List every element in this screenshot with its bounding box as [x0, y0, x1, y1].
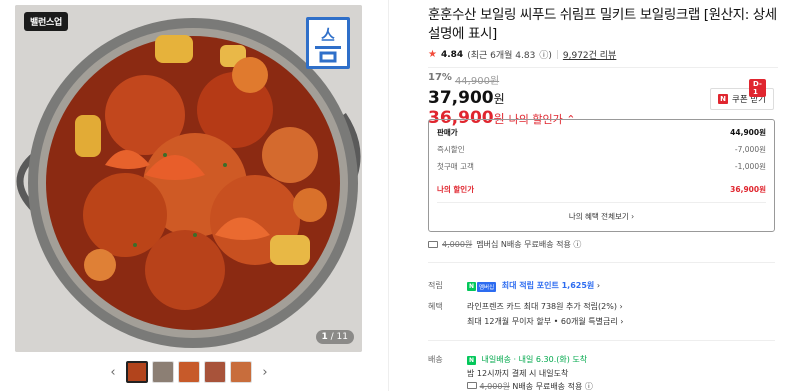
- price-row-label: 첫구매 고객: [437, 162, 474, 171]
- coupon-dday-badge: D-1: [749, 79, 766, 97]
- card-benefit-link[interactable]: 라인프렌즈 카드 최대 738원 추가 적립(2%) ›: [467, 301, 623, 312]
- rating-info-icon[interactable]: ⓘ): [539, 48, 552, 61]
- thumbnail-5[interactable]: [230, 361, 252, 383]
- npay-badge: N 멤버십: [467, 281, 497, 292]
- original-price: 44,900원: [454, 76, 500, 87]
- rating-row: ★ 4.84 (최근 6개월 4.83 ⓘ) | 9,972건 리뷰: [428, 48, 778, 61]
- delivery-eta: · 내일 6.30.(화) 도착: [513, 355, 588, 364]
- naver-n-icon: N: [467, 356, 476, 365]
- star-icon: ★: [428, 49, 437, 60]
- price-breakdown: 판매가 44,900원 즉시할인 -7,000원 첫구매 고객 -1,000원 …: [428, 119, 775, 232]
- price-row-label: 판매가: [437, 128, 458, 137]
- separator: |: [555, 49, 559, 60]
- shipping-fee-text[interactable]: N배송 무료배송 적용 ⓘ: [512, 382, 593, 391]
- divider: [437, 202, 766, 203]
- tomorrow-delivery-brand: 내일배송: [481, 355, 511, 364]
- price-row-value: -1,000원: [734, 162, 766, 171]
- chevron-right-icon: ›: [596, 281, 601, 290]
- price-row-value: 36,900원: [730, 185, 766, 194]
- points-value[interactable]: N 멤버십 최대 적립 포인트 1,625원 ›: [467, 280, 600, 292]
- shipping-eta: N 내일배송 · 내일 6.30.(화) 도착: [467, 354, 587, 365]
- price-row-sale: 판매가 44,900원: [437, 124, 766, 141]
- delivery-cutoff: 밤 12시까지 결제 시 내일도착: [467, 369, 569, 378]
- divider: [428, 262, 775, 263]
- delivery-note-text[interactable]: 멤버십 N배송 무료배송 적용 ⓘ: [476, 239, 581, 250]
- thumbnail-3[interactable]: [178, 361, 200, 383]
- divider: [428, 340, 775, 341]
- truck-icon: [467, 382, 477, 389]
- rating-value: 4.84: [440, 49, 464, 60]
- image-counter-current: 1: [321, 332, 328, 342]
- panel-divider: [388, 0, 389, 391]
- sale-price-unit: 원: [493, 92, 505, 106]
- divider: [428, 67, 778, 68]
- thumbnail-prev-icon[interactable]: ‹: [104, 365, 122, 380]
- brand-logo-icon: 亼: [306, 17, 350, 69]
- old-shipping-fee: 4,000원: [442, 240, 473, 249]
- price-row-instant: 즉시할인 -7,000원: [437, 141, 766, 158]
- rating-recent: (최근 6개월 4.83: [467, 51, 536, 61]
- discount-row: 17% 44,900원: [428, 72, 778, 87]
- price-row-label: 나의 할인가: [437, 185, 475, 194]
- product-main-image[interactable]: 밸런스업 亼 1 / 11: [15, 5, 362, 352]
- discount-rate: 17%: [428, 72, 452, 83]
- shipping-label: 배송: [428, 355, 443, 364]
- installment-link[interactable]: 최대 12개월 무이자 할부 • 60개월 특별금리 ›: [467, 316, 623, 327]
- price-row-value: -7,000원: [734, 145, 766, 154]
- delivery-note: 4,000원 멤버십 N배송 무료배송 적용 ⓘ: [428, 239, 581, 250]
- thumbnail-4[interactable]: [204, 361, 226, 383]
- benefit-label: 혜택: [428, 302, 443, 311]
- image-counter: 1 / 11: [315, 330, 354, 344]
- naver-n-icon: N: [718, 94, 728, 104]
- membership-tag: 멤버십: [477, 281, 497, 292]
- thumbnail-1[interactable]: [126, 361, 148, 383]
- points-label: 적립: [428, 281, 443, 290]
- shipping-fee-row: 4,000원 N배송 무료배송 적용 ⓘ: [467, 381, 593, 391]
- image-counter-total: / 11: [330, 332, 348, 342]
- price-row-value: 44,900원: [730, 128, 766, 137]
- product-page: 밸런스업 亼 1 / 11 ‹ › 훈훈수산 보일링 씨푸드 쉬림프 밀키트 보…: [0, 0, 800, 391]
- price-row-label: 즉시할인: [437, 145, 465, 154]
- thumbnail-strip: ‹ ›: [104, 361, 274, 383]
- reviews-link[interactable]: 9,972건 리뷰: [563, 48, 616, 61]
- brand-badge: 밸런스업: [24, 12, 68, 31]
- view-all-benefits-link[interactable]: 나의 혜택 전체보기 ›: [437, 211, 766, 222]
- naver-n-icon: N: [467, 282, 476, 291]
- sale-price-value: 37,900: [428, 88, 494, 108]
- points-text: 최대 적립 포인트 1,625원: [501, 281, 595, 290]
- old-shipping-fee: 4,000원: [479, 382, 510, 391]
- product-title: 훈훈수산 보일링 씨푸드 쉬림프 밀키트 보일링크랩 [원산지: 상세설명에 표…: [428, 7, 777, 42]
- price-row-mine: 나의 할인가 36,900원: [437, 181, 766, 198]
- price-row-first-buy: 첫구매 고객 -1,000원: [437, 158, 766, 175]
- thumbnail-next-icon[interactable]: ›: [256, 365, 274, 380]
- npay-badge: N: [467, 356, 476, 365]
- thumbnail-2[interactable]: [152, 361, 174, 383]
- truck-icon: [428, 241, 438, 248]
- svg-text:亼: 亼: [321, 28, 335, 44]
